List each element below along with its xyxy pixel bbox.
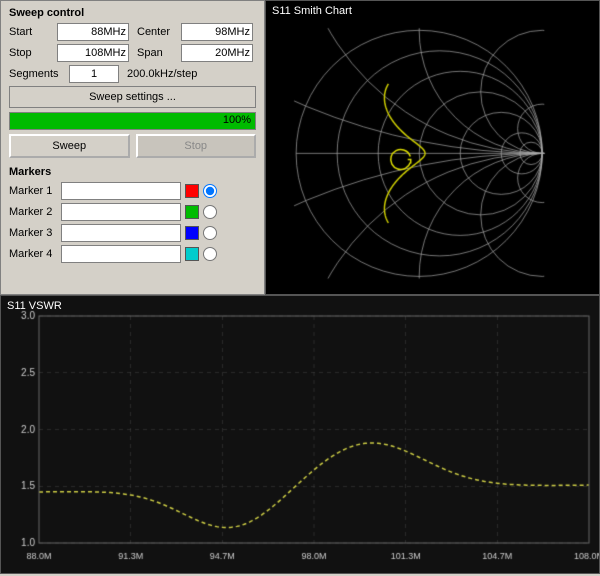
stop-label: Stop <box>9 47 57 59</box>
start-input[interactable] <box>57 23 129 41</box>
smith-chart-canvas <box>266 1 599 294</box>
marker-1-row: Marker 1 <box>9 182 256 200</box>
marker-2-row: Marker 2 <box>9 203 256 221</box>
marker-4-color <box>185 247 199 261</box>
marker-3-input[interactable] <box>61 224 181 242</box>
sweep-button[interactable]: Sweep <box>9 134 130 158</box>
marker-4-label: Marker 4 <box>9 248 61 260</box>
marker-2-label: Marker 2 <box>9 206 61 218</box>
segments-input[interactable] <box>69 65 119 83</box>
marker-3-color <box>185 226 199 240</box>
marker-1-color <box>185 184 199 198</box>
marker-1-label: Marker 1 <box>9 185 61 197</box>
stop-button[interactable]: Stop <box>136 134 257 158</box>
marker-2-input[interactable] <box>61 203 181 221</box>
progress-bar-container: 100% <box>9 112 256 130</box>
vswr-title: S11 VSWR <box>7 300 62 312</box>
smith-chart-title: S11 Smith Chart <box>272 5 352 17</box>
marker-3-label: Marker 3 <box>9 227 61 239</box>
vswr-canvas <box>1 296 599 573</box>
progress-bar-fill <box>10 113 255 129</box>
marker-4-radio[interactable] <box>203 247 217 261</box>
marker-2-color <box>185 205 199 219</box>
smith-chart-panel: S11 Smith Chart <box>265 0 600 295</box>
start-center-row: Start Center <box>9 23 256 41</box>
step-label: 200.0kHz/step <box>127 68 197 80</box>
marker-2-radio[interactable] <box>203 205 217 219</box>
marker-3-row: Marker 3 <box>9 224 256 242</box>
span-input[interactable] <box>181 44 253 62</box>
stop-input[interactable] <box>57 44 129 62</box>
marker-1-radio[interactable] <box>203 184 217 198</box>
main-container: Sweep control Start Center Stop Span Seg… <box>0 0 600 574</box>
marker-3-radio[interactable] <box>203 226 217 240</box>
progress-label: 100% <box>223 114 251 126</box>
marker-4-input[interactable] <box>61 245 181 263</box>
segments-label: Segments <box>9 68 69 80</box>
span-label: Span <box>137 47 181 59</box>
sweep-settings-button[interactable]: Sweep settings ... <box>9 86 256 108</box>
left-panel: Sweep control Start Center Stop Span Seg… <box>0 0 265 295</box>
marker-1-input[interactable] <box>61 182 181 200</box>
top-row: Sweep control Start Center Stop Span Seg… <box>0 0 600 295</box>
marker-4-row: Marker 4 <box>9 245 256 263</box>
segments-row: Segments 200.0kHz/step <box>9 65 256 83</box>
center-label: Center <box>137 26 181 38</box>
start-label: Start <box>9 26 57 38</box>
sweep-control-title: Sweep control <box>9 7 256 19</box>
center-input[interactable] <box>181 23 253 41</box>
buttons-row: Sweep Stop <box>9 134 256 158</box>
markers-title: Markers <box>9 166 256 178</box>
vswr-chart-panel: S11 VSWR <box>0 295 600 574</box>
stop-span-row: Stop Span <box>9 44 256 62</box>
